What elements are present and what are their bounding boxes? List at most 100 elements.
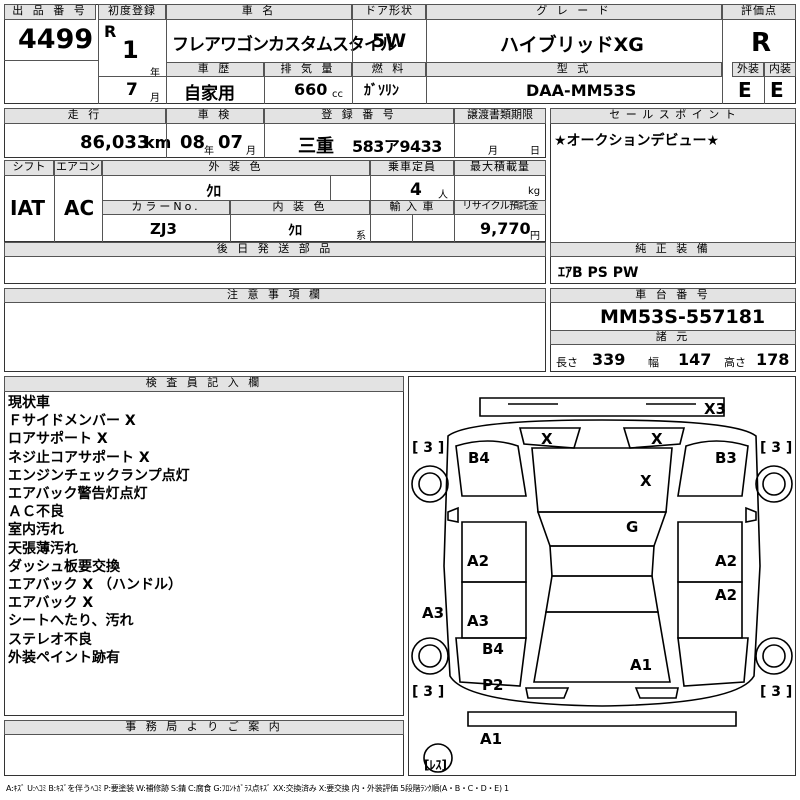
- chassis-value: MM53S-557181: [600, 306, 766, 328]
- inspector-line: 室内汚れ: [8, 522, 64, 539]
- mileage-unit: km: [144, 133, 172, 152]
- equipment-label: 純 正 装 備: [550, 242, 796, 257]
- inspector-line: ダッシュ板要交換: [8, 558, 120, 575]
- inspection-label: 車 検: [166, 108, 264, 124]
- tire-tl: [ 3 ]: [412, 440, 445, 456]
- color-no: ZJ3: [150, 220, 177, 238]
- height: 178: [756, 350, 790, 369]
- equipment-value: ｴｱB PS PW: [558, 265, 639, 281]
- reg-month: 7: [126, 80, 138, 100]
- shift: IAT: [10, 196, 46, 220]
- inspector-line: エアバック X: [8, 595, 94, 612]
- mileage: 86,033: [80, 132, 150, 153]
- fuel: ｶﾞｿﾘﾝ: [364, 83, 399, 99]
- mark-b4-bottom: B4: [482, 640, 504, 658]
- inspector-line: 現状車: [8, 395, 50, 411]
- inspector-line: ＡＣ不良: [8, 504, 64, 521]
- transfer-label: 譲渡書類期限: [454, 108, 546, 124]
- reg-year: 1: [122, 36, 139, 64]
- inspector-remarks: 現状車 Ｆサイドメンバー X ロアサポート X ネジ止コアサポート X エンジンチェック…: [8, 394, 400, 667]
- fuel-label: 燃 料: [352, 62, 426, 77]
- mark-b3-top: B3: [715, 449, 737, 467]
- ext-grade: E: [738, 78, 752, 102]
- capacity: 4: [410, 180, 422, 200]
- inspector-line: エンジンチェックランプ点灯: [8, 467, 190, 484]
- max-load-label: 最大積載量: [454, 160, 546, 176]
- ac-label: エアコン: [54, 160, 102, 176]
- ext-color: ｸﾛ: [206, 182, 222, 200]
- mileage-label: 走 行: [4, 108, 166, 124]
- mark-b4-top: B4: [468, 449, 490, 467]
- score: R: [751, 28, 772, 58]
- mark-a3-center: A3: [467, 612, 490, 630]
- height-label: 高さ: [724, 356, 746, 369]
- color-no-label: カラーNo.: [102, 200, 230, 215]
- car-name-label: 車 名: [166, 4, 352, 20]
- mark-a2-right2: A2: [715, 586, 738, 604]
- int-grade: E: [770, 78, 784, 102]
- mark-a3-left: A3: [422, 604, 445, 622]
- model: DAA-MM53S: [526, 81, 637, 100]
- door: 5W: [372, 30, 407, 52]
- mark-p2: P2: [482, 676, 504, 694]
- insp-year-unit: 年: [204, 146, 214, 157]
- recycle-unit: 円: [530, 231, 540, 242]
- recycle: 9,770: [480, 219, 531, 238]
- history: 自家用: [184, 84, 235, 104]
- spare-tire: [ﾚｽ]: [424, 758, 447, 772]
- plate-label: 登 録 番 号: [264, 108, 454, 124]
- lot-no: 4499: [18, 24, 94, 55]
- sales-point: ★オークションデビュー★: [554, 133, 720, 149]
- inspector-line: 天張薄汚れ: [8, 540, 78, 557]
- mark-a1-center: A1: [630, 656, 653, 674]
- transfer-day-unit: 日: [530, 146, 540, 157]
- plate-num: 583ア9433: [352, 137, 442, 156]
- inspector-line: エアバック警告灯点灯: [8, 486, 148, 503]
- import-label: 輸 入 車: [370, 200, 454, 215]
- capacity-label: 乗車定員: [370, 160, 454, 176]
- sales-point-label: セ ー ル ス ポ イ ン ト: [550, 108, 796, 124]
- history-label: 車 歴: [166, 62, 264, 77]
- later-parts-label: 後 日 発 送 部 品: [4, 242, 546, 257]
- inspector-line: ステレオ不良: [8, 631, 92, 648]
- door-label: ドア形状: [352, 4, 426, 20]
- first-reg-label: 初度登録: [98, 4, 166, 20]
- sales-point-box: [550, 108, 796, 244]
- recycle-label: リサイクル預託金: [454, 200, 546, 215]
- lot-no-label: 出 品 番 号: [4, 4, 96, 20]
- mark-hood: X: [640, 472, 652, 490]
- tire-br: [ 3 ]: [760, 684, 793, 700]
- score-label: 評価点: [722, 4, 796, 20]
- tire-tr: [ 3 ]: [760, 440, 793, 456]
- insp-month: 07: [218, 132, 244, 153]
- car-diagram: [411, 397, 793, 773]
- mark-a1-bottom: A1: [480, 730, 503, 748]
- width: 147: [678, 350, 712, 369]
- displacement-label: 排 気 量: [264, 62, 352, 77]
- legend: A:ｷｽﾞ U:ﾍｺﾐ B:ｷｽﾞを伴うﾍｺﾐ P:要塗装 W:補修跡 S:錆 …: [6, 784, 509, 793]
- plate-pref: 三重: [298, 136, 334, 157]
- insp-month-unit: 月: [246, 146, 256, 157]
- mark-x3: X3: [704, 400, 727, 418]
- insp-year: 08: [180, 132, 206, 153]
- length-label: 長さ: [556, 356, 578, 369]
- ac: AC: [64, 196, 95, 220]
- notes-label: 注 意 事 項 欄: [4, 288, 546, 303]
- capacity-unit: 人: [438, 190, 448, 201]
- inspector-line: ロアサポート X: [8, 431, 108, 448]
- car-name: フレアワゴンカスタムスタイル: [172, 35, 397, 55]
- model-label: 型 式: [426, 62, 722, 77]
- mark-front-glass-right: X: [651, 430, 663, 448]
- inspector-line: シートへたり、汚れ: [8, 613, 134, 630]
- int-color-label: 内 装 色: [230, 200, 370, 215]
- int-color-unit: 系: [356, 231, 366, 242]
- inspector-line: エアバック X （ハンドル）: [8, 577, 182, 594]
- shift-label: シフト: [4, 160, 54, 176]
- mark-roof: G: [626, 518, 639, 536]
- dims-label: 諸 元: [550, 330, 796, 345]
- mark-a2-left: A2: [467, 552, 490, 570]
- int-label: 内装: [764, 62, 796, 77]
- ext-label: 外装: [732, 62, 764, 77]
- mark-a2-right: A2: [715, 552, 738, 570]
- displacement-unit: cc: [332, 89, 343, 100]
